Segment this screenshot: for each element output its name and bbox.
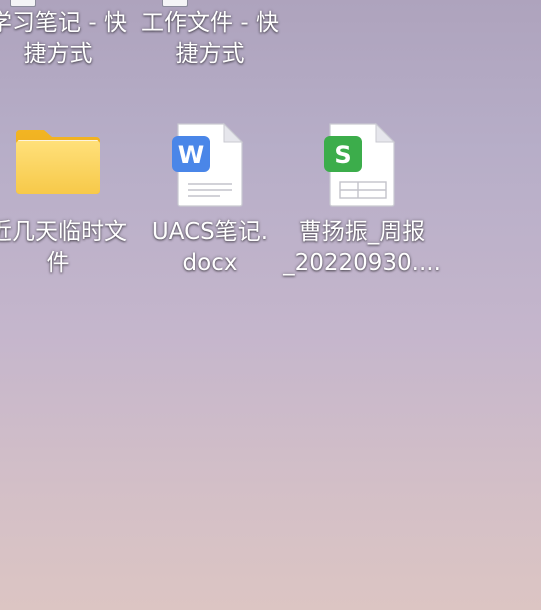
icon-label: 近几天临时文 件: [0, 219, 127, 276]
wps-spreadsheet-icon: S: [324, 122, 396, 207]
wps-writer-icon: W: [172, 122, 244, 207]
folder-icon: [16, 130, 100, 194]
icon-label: 学习笔记 - 快 捷方式: [0, 10, 127, 67]
writer-badge-letter: W: [178, 141, 204, 169]
sheet-badge-letter: S: [334, 141, 351, 169]
icon-label: 工作文件 - 快 捷方式: [141, 10, 279, 67]
icon-label: UACS笔记. docx: [151, 219, 269, 276]
shortcut-icon: [162, 0, 188, 7]
icon-label: 曹扬振_周报 _20220930....: [283, 219, 441, 276]
shortcut-icon: [10, 0, 36, 7]
desktop: 学习笔记 - 快 捷方式 工作文件 - 快 捷方式 近几天临时文 件 W UAC…: [0, 0, 541, 610]
